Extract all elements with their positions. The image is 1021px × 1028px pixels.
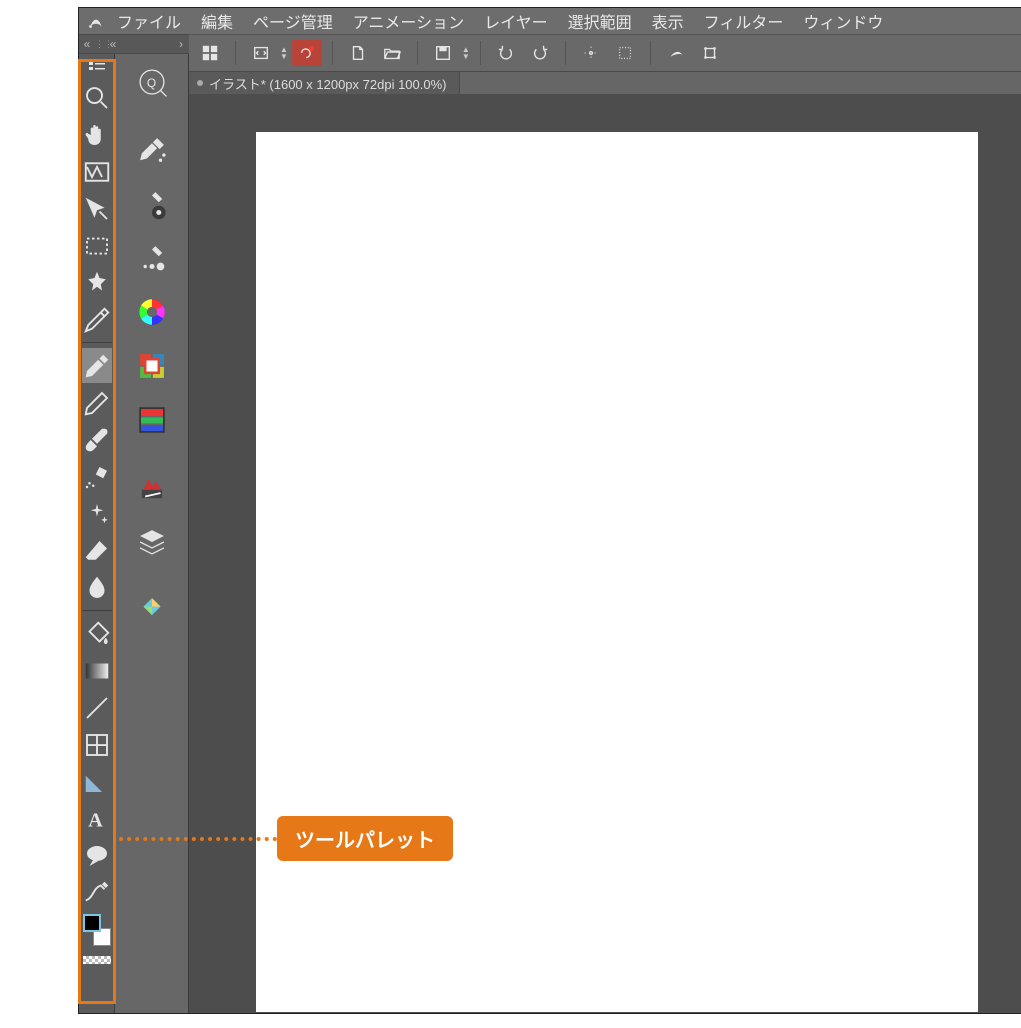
menu-filter[interactable]: フィルター (694, 9, 794, 33)
grid-view-button[interactable] (195, 40, 225, 66)
airbrush-tool[interactable] (82, 459, 112, 494)
layer-property-button[interactable] (132, 468, 172, 508)
layers-button[interactable] (132, 522, 172, 562)
blend-tool[interactable] (82, 570, 112, 605)
callout: ツールパレット (119, 816, 453, 861)
menu-view[interactable]: 表示 (642, 9, 694, 33)
new-file-button[interactable] (343, 40, 373, 66)
history-spinner[interactable]: ▲▼ (462, 46, 470, 60)
svg-text:Q: Q (146, 76, 155, 90)
eraser-tool[interactable] (82, 533, 112, 568)
menu-window[interactable]: ウィンドウ (793, 9, 893, 33)
collapse-right-icon[interactable]: › (173, 37, 189, 51)
tool-palette: A (79, 54, 115, 1013)
color-slider-button[interactable] (132, 400, 172, 440)
balloon-tool[interactable] (82, 838, 112, 873)
material-button[interactable] (132, 590, 172, 630)
app-window: ファイル 編集 ページ管理 アニメーション レイヤー 選択範囲 表示 フィルター… (78, 7, 1021, 1014)
pen-tool[interactable] (82, 348, 112, 383)
ruler-tool[interactable] (82, 764, 112, 799)
grip-icon[interactable]: ⋮⋮ (95, 39, 105, 50)
hand-tool[interactable] (82, 117, 112, 152)
palette-launcher-column: Q (115, 54, 189, 1013)
menu-animation[interactable]: アニメーション (343, 9, 474, 33)
brush-tool[interactable] (82, 422, 112, 457)
menu-layer[interactable]: レイヤー (474, 9, 558, 33)
subtool-button[interactable] (132, 130, 172, 170)
clear-layer-button[interactable] (661, 40, 691, 66)
flip-canvas-button[interactable] (246, 40, 276, 66)
menu-file[interactable]: ファイル (107, 9, 191, 33)
pencil-tool[interactable] (82, 385, 112, 420)
frame-border-tool[interactable] (82, 727, 112, 762)
eyedropper-tool[interactable] (82, 302, 112, 337)
tab-modified-dot-icon (197, 80, 203, 86)
collapse-left-double-icon[interactable]: « (79, 37, 95, 51)
document-tab[interactable]: イラスト* (1600 x 1200px 72dpi 100.0%) (189, 72, 460, 94)
quick-access-button[interactable]: Q (132, 62, 172, 102)
open-folder-button[interactable] (377, 40, 407, 66)
document-tab-bar: イラスト* (1600 x 1200px 72dpi 100.0%) (189, 72, 1021, 94)
decoration-tool[interactable] (82, 496, 112, 531)
undo-button[interactable] (491, 40, 521, 66)
save-button[interactable] (428, 40, 458, 66)
document-title: イラスト* (1600 x 1200px 72dpi 100.0%) (209, 74, 447, 93)
color-set-button[interactable] (132, 346, 172, 386)
marquee-tool[interactable] (82, 228, 112, 263)
palette-menu-icon[interactable] (82, 58, 112, 78)
move-layer-tool[interactable] (82, 191, 112, 226)
snap-center-button[interactable] (576, 40, 606, 66)
callout-label: ツールパレット (277, 816, 453, 861)
magnify-tool[interactable] (82, 80, 112, 115)
palette-nav-strip: « ⋮⋮ « › (79, 34, 189, 54)
canvas-area (189, 94, 1021, 1013)
callout-leader-line (119, 837, 277, 841)
canvas[interactable] (256, 132, 978, 1012)
brush-size-button[interactable] (132, 238, 172, 278)
auto-select-tool[interactable] (82, 265, 112, 300)
menu-selection[interactable]: 選択範囲 (558, 9, 642, 33)
correct-line-tool[interactable] (82, 875, 112, 910)
color-wheel-button[interactable] (132, 292, 172, 332)
zoom-spinner[interactable]: ▲▼ (280, 46, 288, 60)
redo-button[interactable] (525, 40, 555, 66)
fill-tool[interactable] (82, 616, 112, 651)
transform-button[interactable] (695, 40, 725, 66)
menu-bar: ファイル 編集 ページ管理 アニメーション レイヤー 選択範囲 表示 フィルター… (79, 8, 1021, 34)
figure-line-tool[interactable] (82, 690, 112, 725)
app-logo-icon (85, 10, 107, 32)
menu-edit[interactable]: 編集 (191, 9, 243, 33)
command-bar: ▲▼ ▲▼ (189, 34, 1021, 72)
text-tool[interactable]: A (82, 801, 112, 836)
tool-property-button[interactable] (132, 184, 172, 224)
record-timelapse-button[interactable] (292, 40, 322, 66)
color-swatch[interactable] (83, 914, 111, 954)
menu-page[interactable]: ページ管理 (243, 9, 343, 33)
gradient-tool[interactable] (82, 653, 112, 688)
snap-grid-button[interactable] (610, 40, 640, 66)
fg-color-icon[interactable] (83, 914, 101, 932)
transparent-color-icon[interactable] (83, 956, 111, 964)
svg-text:A: A (88, 809, 103, 831)
collapse-left-icon[interactable]: « (105, 37, 121, 51)
rotate-view-tool[interactable] (82, 154, 112, 189)
